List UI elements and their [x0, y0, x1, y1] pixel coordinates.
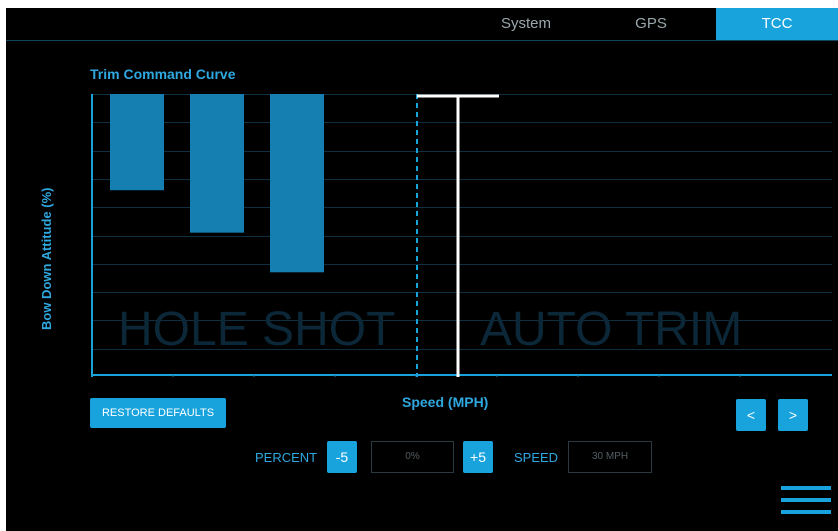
percent-label: PERCENT [255, 450, 318, 465]
trim-bar [190, 94, 244, 233]
tcc-screen: System GPS TCC Trim Command Curve Bow Do… [6, 8, 838, 531]
y-axis-label: Bow Down Attitude (%) [39, 187, 54, 331]
tab-tcc[interactable]: TCC [716, 8, 838, 40]
zone-label-auto-trim: AUTO TRIM [480, 303, 743, 356]
tab-gps[interactable]: GPS [596, 8, 706, 40]
zone-label-hole-shot: HOLE SHOT [118, 303, 396, 356]
trim-chart[interactable]: HOLE SHOT AUTO TRIM [90, 94, 832, 377]
percent-plus-button[interactable]: +5 [463, 441, 493, 473]
percent-value-field[interactable]: 0% [371, 441, 454, 473]
menu-line [781, 498, 831, 502]
prev-button[interactable]: < [736, 399, 766, 431]
trim-bar [270, 94, 324, 273]
speed-label: SPEED [514, 450, 559, 465]
tab-system[interactable]: System [471, 8, 581, 40]
trim-bar [110, 94, 164, 191]
speed-value-field[interactable]: 30 MPH [568, 441, 652, 473]
menu-line [781, 510, 831, 514]
restore-defaults-button[interactable]: RESTORE DEFAULTS [90, 398, 226, 428]
tab-bar: System GPS TCC [6, 8, 838, 41]
next-button[interactable]: > [778, 399, 808, 431]
hamburger-menu-icon[interactable] [781, 486, 831, 526]
x-axis-label: Speed (MPH) [402, 394, 489, 410]
menu-line [781, 486, 831, 490]
chart-title: Trim Command Curve [90, 66, 236, 82]
percent-minus-button[interactable]: -5 [327, 441, 357, 473]
